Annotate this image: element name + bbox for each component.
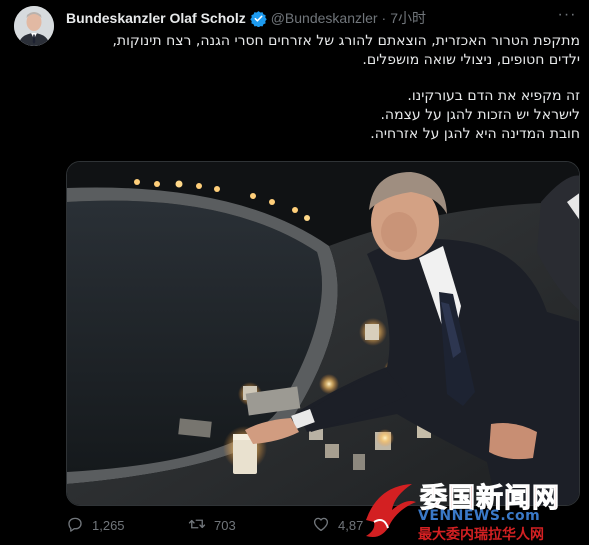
like-button[interactable]: 4,87 (312, 514, 363, 536)
reply-button[interactable]: 1,265 (66, 514, 125, 536)
tweet[interactable]: Bundeskanzler Olaf Scholz @Bundeskanzler… (0, 0, 589, 545)
tweet-photo[interactable] (66, 161, 580, 506)
reply-count: 1,265 (92, 517, 125, 533)
retweet-count: 703 (214, 517, 236, 533)
like-count: 4,87 (338, 517, 364, 533)
tweet-text-line: זה מקפיא את הדם בעורקינו. (407, 88, 580, 104)
reply-icon (66, 515, 92, 536)
tweet-text: מתקפת הטרור האכזרית, הוצאתם להורג של אזר… (66, 32, 580, 144)
tweet-text-line: ילדים חטופים, ניצולי שואה מושפלים. (362, 52, 580, 68)
retweet-button[interactable]: 703 (188, 514, 236, 536)
verified-badge-icon (250, 10, 267, 27)
tweet-text-line: לישראל יש הזכות להגן על עצמה. (380, 107, 580, 123)
more-icon[interactable]: ··· (557, 7, 577, 26)
retweet-icon (188, 515, 214, 536)
tweet-text-line: מתקפת הטרור האכזרית, הוצאתם להורג של אזר… (112, 33, 580, 49)
tweet-header: Bundeskanzler Olaf Scholz @Bundeskanzler… (66, 8, 579, 28)
timestamp[interactable]: 7小时 (390, 8, 426, 28)
tweet-text-line: חובת המדינה היא להגן על אזרחיה. (370, 126, 580, 142)
author-handle[interactable]: @Bundeskanzler (271, 10, 378, 26)
header-separator: · (381, 10, 387, 26)
author-name[interactable]: Bundeskanzler Olaf Scholz (66, 10, 246, 26)
like-icon (312, 515, 338, 536)
tweet-actions: 1,265 703 4,87 (66, 514, 580, 536)
avatar[interactable] (14, 6, 54, 46)
